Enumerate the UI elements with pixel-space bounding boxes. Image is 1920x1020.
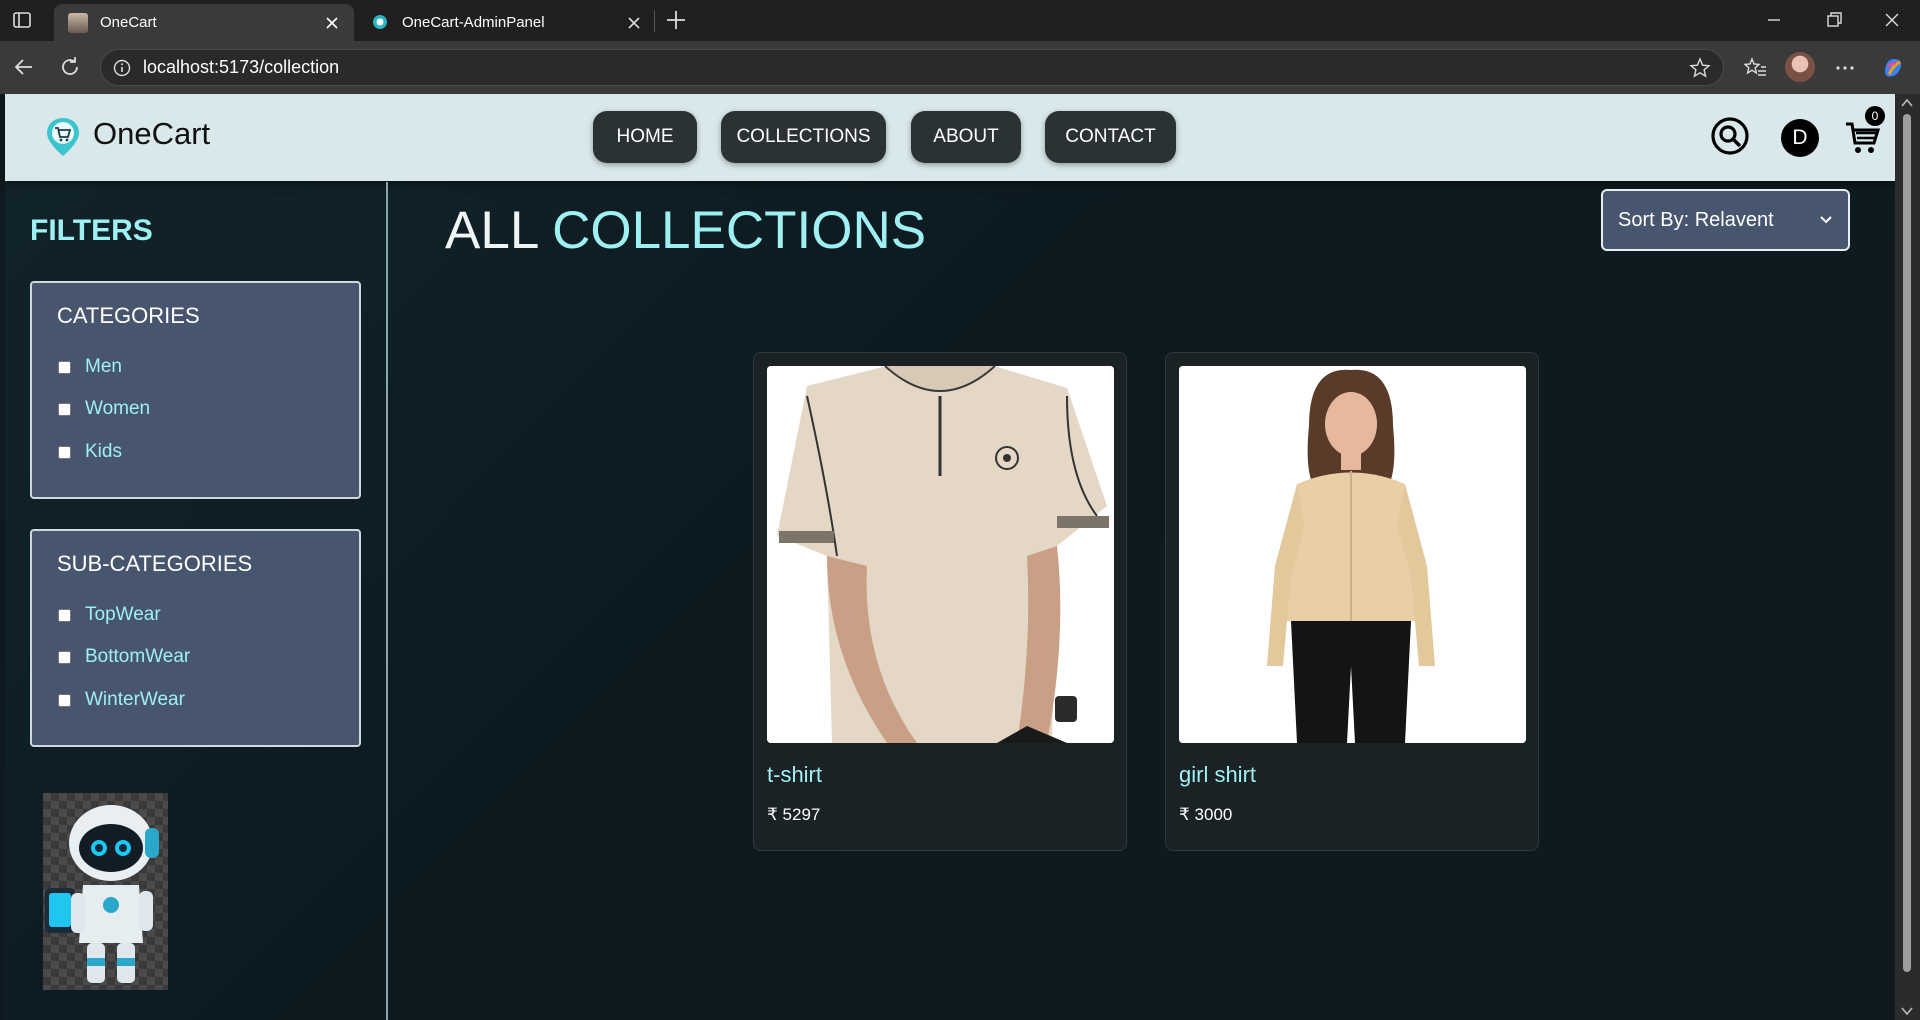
chat-robot-assistant[interactable] (43, 793, 168, 990)
checkbox[interactable] (58, 445, 71, 459)
title-part-all: ALL (445, 201, 538, 260)
close-window-icon[interactable] (1880, 8, 1904, 32)
filter-label: TopWear (85, 604, 161, 625)
reload-icon[interactable] (58, 55, 82, 79)
checkbox[interactable] (58, 650, 71, 664)
filter-option-women[interactable]: Women (58, 398, 150, 420)
page-viewport: OneCart HOME COLLECTIONS ABOUT CONTACT D… (0, 94, 1920, 1020)
new-tab-icon[interactable] (664, 8, 688, 32)
chevron-down-icon (1820, 216, 1832, 224)
filter-option-men[interactable]: Men (58, 356, 122, 378)
tab-title: OneCart-AdminPanel (402, 14, 545, 31)
nav-about-button[interactable]: ABOUT (911, 111, 1021, 163)
back-icon[interactable] (12, 55, 36, 79)
cart-icon[interactable] (1844, 121, 1880, 155)
onecart-favicon (68, 12, 88, 33)
filter-label: Men (85, 356, 122, 377)
sidebar-divider (386, 182, 388, 1020)
product-image[interactable] (1179, 366, 1526, 743)
collection-page: OneCart HOME COLLECTIONS ABOUT CONTACT D… (5, 94, 1895, 1020)
browser-toolbar: localhost:5173/collection (0, 41, 1920, 94)
filter-option-kids[interactable]: Kids (58, 441, 122, 463)
product-price: ₹ 3000 (1179, 805, 1233, 824)
nav-home-button[interactable]: HOME (593, 111, 697, 163)
site-info-icon[interactable] (113, 59, 131, 77)
restore-icon[interactable] (1822, 8, 1846, 32)
categories-filter-box: CATEGORIES Men Women Kids (30, 281, 361, 499)
filter-label: WinterWear (85, 689, 185, 710)
checkbox[interactable] (58, 608, 71, 622)
search-icon[interactable] (1710, 116, 1750, 156)
checkbox[interactable] (58, 360, 71, 374)
filter-option-winterwear[interactable]: WinterWear (58, 689, 185, 711)
product-name[interactable]: t-shirt (767, 762, 822, 788)
tab-title: OneCart (100, 14, 157, 31)
logo-text[interactable]: OneCart (93, 116, 210, 152)
address-bar[interactable]: localhost:5173/collection (100, 49, 1724, 86)
browser-profile-avatar[interactable] (1785, 52, 1815, 82)
checkbox[interactable] (58, 402, 71, 416)
url-text: localhost:5173/collection (143, 57, 340, 77)
site-header: OneCart HOME COLLECTIONS ABOUT CONTACT D… (5, 94, 1895, 181)
filter-label: BottomWear (85, 646, 191, 667)
tab-actions-icon[interactable] (12, 10, 32, 30)
browser-tab-onecart[interactable]: OneCart (54, 4, 354, 41)
product-name[interactable]: girl shirt (1179, 762, 1256, 788)
close-tab-icon[interactable] (626, 15, 642, 31)
onecart-logo-icon[interactable] (43, 116, 83, 158)
nav-collections-button[interactable]: COLLECTIONS (721, 111, 886, 163)
scroll-down-icon[interactable] (1901, 1006, 1913, 1016)
filter-option-topwear[interactable]: TopWear (58, 604, 161, 626)
subcategories-filter-box: SUB-CATEGORIES TopWear BottomWear Winter… (30, 529, 361, 747)
page-title: ALL COLLECTIONS (445, 200, 926, 261)
tab-separator (654, 10, 655, 32)
categories-heading: CATEGORIES (57, 303, 200, 328)
product-card[interactable]: t-shirt ₹ 5297 (753, 352, 1127, 851)
browser-tab-bar: OneCart OneCart-AdminPanel (0, 0, 1920, 41)
scroll-up-icon[interactable] (1901, 98, 1913, 108)
product-price: ₹ 5297 (767, 805, 821, 824)
product-image[interactable] (767, 366, 1114, 743)
filters-title[interactable]: FILTERS (30, 214, 153, 248)
user-avatar[interactable]: D (1781, 119, 1819, 157)
browser-tab-adminpanel[interactable]: OneCart-AdminPanel (356, 4, 656, 41)
subcategories-heading: SUB-CATEGORIES (57, 551, 253, 576)
page-scrollbar[interactable] (1895, 94, 1920, 1020)
scrollbar-thumb[interactable] (1903, 114, 1911, 972)
checkbox[interactable] (58, 693, 71, 707)
close-tab-icon[interactable] (324, 15, 340, 31)
copilot-icon[interactable] (1880, 55, 1906, 81)
nav-contact-button[interactable]: CONTACT (1045, 111, 1176, 163)
minimize-icon[interactable] (1762, 8, 1786, 32)
filter-label: Women (85, 398, 151, 419)
cart-count-badge: 0 (1865, 106, 1885, 126)
filter-option-bottomwear[interactable]: BottomWear (58, 646, 190, 668)
more-options-icon[interactable] (1832, 55, 1858, 81)
title-part-collections: COLLECTIONS (552, 201, 927, 260)
product-card[interactable]: girl shirt ₹ 3000 (1165, 352, 1539, 851)
filter-label: Kids (85, 441, 122, 462)
sort-select-value: Sort By: Relavent (1618, 208, 1774, 231)
favorites-icon[interactable] (1742, 55, 1768, 81)
sort-select[interactable]: Sort By: Relavent (1601, 189, 1850, 251)
favorite-star-icon[interactable] (1689, 56, 1711, 79)
admin-favicon (373, 14, 387, 29)
